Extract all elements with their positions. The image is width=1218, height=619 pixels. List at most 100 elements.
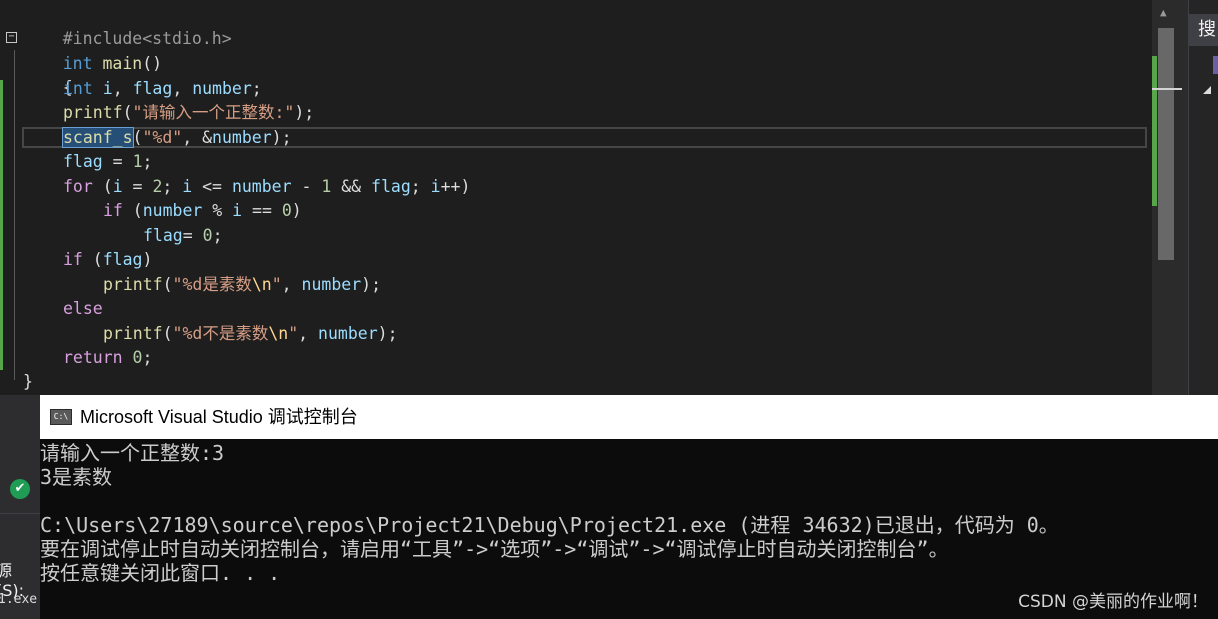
console-output-line: 3是素数 [40, 465, 113, 489]
variable: i [430, 177, 441, 196]
type-keyword: int [63, 79, 93, 98]
watermark: CSDN @美丽的作业啊！ [1018, 592, 1208, 612]
code-editor[interactable]: − #include<stdio.h> int main() { int i, … [0, 0, 1150, 395]
console-title: Microsoft Visual Studio 调试控制台 [80, 407, 358, 427]
punct: , [281, 275, 302, 294]
punct: , [298, 324, 319, 343]
code-line-7[interactable]: scanf_s("%d", &number); [62, 126, 292, 150]
punct: ; [212, 226, 223, 245]
code-line-11[interactable]: flag= 0; [143, 224, 223, 248]
operator: = [102, 152, 133, 171]
punct: ( [122, 103, 133, 122]
exe-label: 1.exe [0, 592, 38, 607]
string-literal: "请输入一个正整数:" [132, 103, 295, 122]
operator: = [182, 226, 203, 245]
control-keyword: else [63, 299, 103, 318]
punct: ); [271, 128, 292, 147]
scroll-thumb[interactable] [1158, 28, 1174, 260]
code-line-5[interactable]: int i, flag, number; [63, 77, 262, 101]
punct: , [112, 79, 133, 98]
variable: flag [102, 250, 143, 269]
code-line-12[interactable]: if (flag) [63, 248, 152, 272]
code-line-15[interactable]: printf("%d不是素数\n", number); [103, 322, 398, 346]
variable: i [182, 177, 193, 196]
number-literal: 2 [152, 177, 163, 196]
vertical-scrollbar[interactable]: ▲ [1152, 0, 1188, 395]
indent-guide [14, 50, 15, 380]
collapse-icon[interactable]: − [6, 32, 17, 43]
code-line-1[interactable]: #include<stdio.h> [23, 3, 232, 48]
string-literal: "%d不是素数 [172, 324, 269, 343]
code-line-2[interactable]: int main() [23, 28, 162, 73]
code-line-13[interactable]: printf("%d是素数\n", number); [103, 273, 381, 297]
console-output-line: C:\Users\27189\source\repos\Project21\De… [40, 513, 1059, 537]
code-line-8[interactable]: flag = 1; [63, 150, 152, 174]
selected-function-call[interactable]: scanf_s [62, 127, 134, 148]
function-name: main [102, 54, 143, 73]
punct: == [242, 201, 282, 220]
code-line-10[interactable]: if (number % i == 0) [103, 199, 302, 223]
variable: i [232, 201, 243, 220]
punct: ( [92, 177, 113, 196]
right-side-panel: 搜 [1188, 0, 1218, 395]
punct: ; [251, 79, 262, 98]
parens: () [142, 54, 163, 73]
change-indicator-bar [0, 80, 3, 370]
panel-divider [0, 513, 40, 514]
number-literal: 1 [321, 177, 332, 196]
punct: ++) [440, 177, 471, 196]
file-icon[interactable] [1213, 56, 1218, 74]
punct: ); [361, 275, 382, 294]
code-line-3[interactable]: { [23, 52, 73, 97]
scrollbar-change-marker [1152, 56, 1157, 206]
console-app-icon: C:\ [50, 409, 72, 425]
search-box[interactable]: 搜 [1189, 14, 1218, 46]
console-icon-text: C:\ [53, 412, 69, 421]
punct: ); [294, 103, 315, 122]
debug-console-window[interactable]: C:\ Microsoft Visual Studio 调试控制台 请输入一个正… [40, 395, 1218, 619]
variable: number [192, 79, 252, 98]
punct: ) [142, 250, 153, 269]
expand-triangle-icon[interactable] [1203, 86, 1211, 94]
console-output-line: 请输入一个正整数:3 [40, 441, 225, 465]
close-brace: } [23, 372, 33, 391]
control-keyword: if [103, 201, 123, 220]
code-line-17[interactable]: } [23, 370, 33, 394]
punct: ; [410, 177, 431, 196]
code-line-16[interactable]: return 0; [63, 346, 152, 370]
variable: i [102, 79, 113, 98]
punct: ) [291, 201, 302, 220]
punct: ); [377, 324, 398, 343]
ide-output-panel: ✔ 源(S): 1.exe [0, 395, 40, 619]
function-call: printf [103, 324, 163, 343]
escape-sequence: \n [251, 275, 272, 294]
code-line-14[interactable]: else [63, 297, 103, 321]
variable: number [318, 324, 378, 343]
function-call: printf [63, 103, 123, 122]
function-call: printf [103, 275, 163, 294]
number-literal: 0 [132, 348, 143, 367]
variable: flag [63, 152, 103, 171]
console-titlebar[interactable]: C:\ Microsoft Visual Studio 调试控制台 [40, 395, 1218, 439]
code-line-6[interactable]: printf("请输入一个正整数:"); [63, 101, 314, 125]
number-literal: 0 [202, 226, 213, 245]
code-line-9[interactable]: for (i = 2; i <= number - 1 && flag; i++… [63, 175, 470, 199]
variable: number [301, 275, 362, 294]
punct: ; [162, 177, 183, 196]
escape-sequence: \n [268, 324, 289, 343]
variable: flag [371, 177, 411, 196]
string-literal: " [271, 275, 282, 294]
variable: i [112, 177, 123, 196]
success-check-icon: ✔ [10, 479, 30, 499]
punct: ( [122, 201, 143, 220]
string-literal: " [288, 324, 299, 343]
punct: % [202, 201, 233, 220]
variable: flag [132, 79, 173, 98]
punct: <= [192, 177, 232, 196]
punct [123, 348, 133, 367]
string-literal: "%d" [142, 128, 183, 147]
punct: && [331, 177, 372, 196]
punct: = [122, 177, 153, 196]
number-literal: 1 [132, 152, 143, 171]
scroll-up-arrow-icon[interactable]: ▲ [1160, 6, 1167, 19]
